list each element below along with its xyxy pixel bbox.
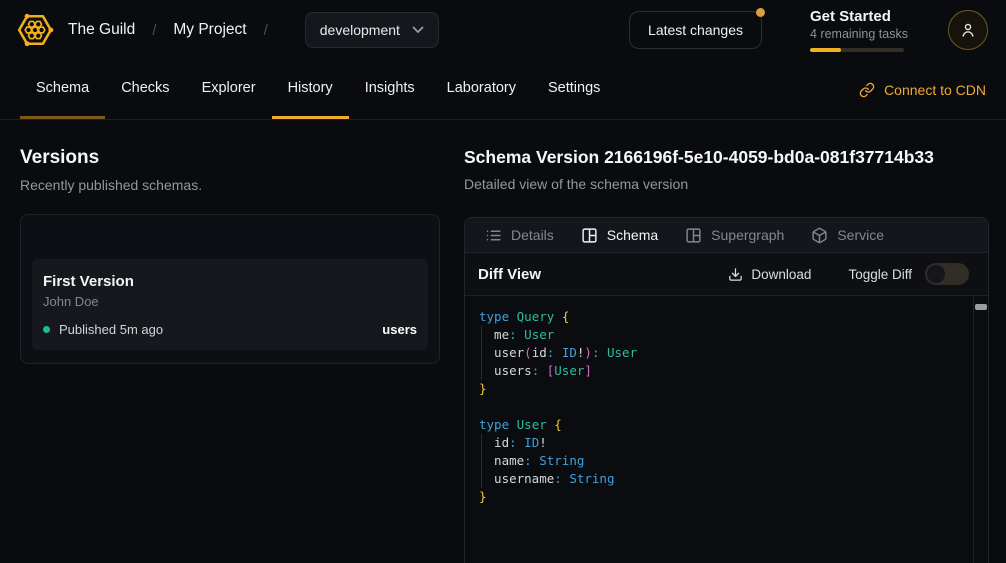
schema-code-viewer[interactable]: type Query { me: User user(id: ID!): Use… (465, 296, 988, 563)
target-selector-dropdown[interactable]: development (305, 12, 439, 48)
toggle-diff-control: Toggle Diff (848, 263, 969, 285)
versions-subtitle: Recently published schemas. (20, 177, 440, 193)
latest-changes-label: Latest changes (648, 22, 743, 38)
download-button[interactable]: Download (728, 267, 811, 282)
get-started-progress-fill (810, 48, 841, 52)
versions-title: Versions (20, 147, 440, 169)
version-list-item[interactable]: First Version John Doe Published 5m ago … (32, 259, 428, 350)
panels-icon (685, 227, 702, 244)
toggle-knob (927, 265, 945, 283)
connect-to-cdn-link[interactable]: Connect to CDN (859, 60, 986, 119)
version-name: First Version (43, 273, 417, 290)
scrollbar-track (973, 296, 974, 563)
detail-card: Details Schema (464, 217, 989, 563)
indent-guide (481, 326, 482, 380)
breadcrumb-separator: / (152, 22, 156, 39)
detail-tab-label: Service (837, 227, 884, 243)
nav-tab-insights[interactable]: Insights (349, 60, 431, 119)
nav-tab-laboratory[interactable]: Laboratory (431, 60, 532, 119)
get-started-title: Get Started (810, 8, 904, 25)
versions-card: First Version John Doe Published 5m ago … (20, 214, 440, 364)
version-detail-title: Schema Version 2166196f-5e10-4059-bd0a-0… (464, 147, 989, 168)
panels-icon (581, 227, 598, 244)
download-label: Download (751, 267, 811, 282)
nav-tab-checks[interactable]: Checks (105, 60, 185, 119)
version-meta-row: Published 5m ago users (43, 322, 417, 337)
nav-tab-schema[interactable]: Schema (20, 60, 105, 119)
toggle-diff-label: Toggle Diff (848, 267, 912, 282)
user-avatar-button[interactable] (948, 10, 988, 50)
breadcrumb-org[interactable]: The Guild (68, 21, 135, 39)
app-window: The Guild / My Project / development Lat… (0, 0, 1006, 563)
connect-to-cdn-label: Connect to CDN (884, 82, 986, 98)
link-icon (859, 82, 875, 98)
nav-tab-explorer[interactable]: Explorer (186, 60, 272, 119)
target-selector-value: development (320, 22, 400, 38)
primary-nav: Schema Checks Explorer History Insights … (0, 60, 1006, 120)
detail-tab-label: Schema (607, 227, 658, 243)
version-detail-subtitle: Detailed view of the schema version (464, 176, 989, 192)
breadcrumb-separator: / (264, 22, 268, 39)
version-status: Published 5m ago (59, 322, 163, 337)
notification-dot (756, 8, 765, 17)
detail-tab-label: Supergraph (711, 227, 784, 243)
get-started-progress-bar (810, 48, 904, 52)
version-detail-panel: Schema Version 2166196f-5e10-4059-bd0a-0… (464, 120, 989, 563)
indent-guide (481, 434, 482, 488)
list-icon (485, 227, 502, 244)
toggle-diff-switch[interactable] (925, 263, 969, 285)
detail-tab-details[interactable]: Details (485, 227, 554, 244)
detail-tab-service[interactable]: Service (811, 227, 884, 244)
nav-tabs: Schema Checks Explorer History Insights … (20, 60, 616, 119)
version-author: John Doe (43, 294, 417, 309)
published-status-dot (43, 326, 50, 333)
get-started-subtitle: 4 remaining tasks (810, 27, 904, 41)
versions-panel: Versions Recently published schemas. Fir… (20, 120, 440, 364)
nav-tab-history[interactable]: History (272, 60, 349, 119)
version-service-badge: users (382, 322, 417, 337)
latest-changes-button[interactable]: Latest changes (629, 11, 762, 49)
detail-tab-supergraph[interactable]: Supergraph (685, 227, 784, 244)
person-icon (959, 21, 977, 39)
get-started-widget[interactable]: Get Started 4 remaining tasks (810, 8, 904, 52)
detail-tab-schema[interactable]: Schema (581, 227, 658, 244)
main-content: Versions Recently published schemas. Fir… (0, 120, 1006, 563)
download-icon (728, 267, 743, 282)
cube-icon (811, 227, 828, 244)
diff-view-header: Diff View Download Toggle Diff (465, 253, 988, 296)
scrollbar-thumb[interactable] (975, 304, 987, 310)
nav-tab-settings[interactable]: Settings (532, 60, 616, 119)
top-bar: The Guild / My Project / development Lat… (0, 0, 1006, 60)
code-lines: type Query { me: User user(id: ID!): Use… (479, 308, 964, 506)
detail-tab-strip: Details Schema (465, 218, 988, 253)
diff-view-title: Diff View (478, 266, 541, 283)
detail-tab-label: Details (511, 227, 554, 243)
breadcrumb-project[interactable]: My Project (173, 21, 246, 39)
hive-logo-icon[interactable] (16, 11, 54, 49)
chevron-down-icon (412, 26, 424, 34)
